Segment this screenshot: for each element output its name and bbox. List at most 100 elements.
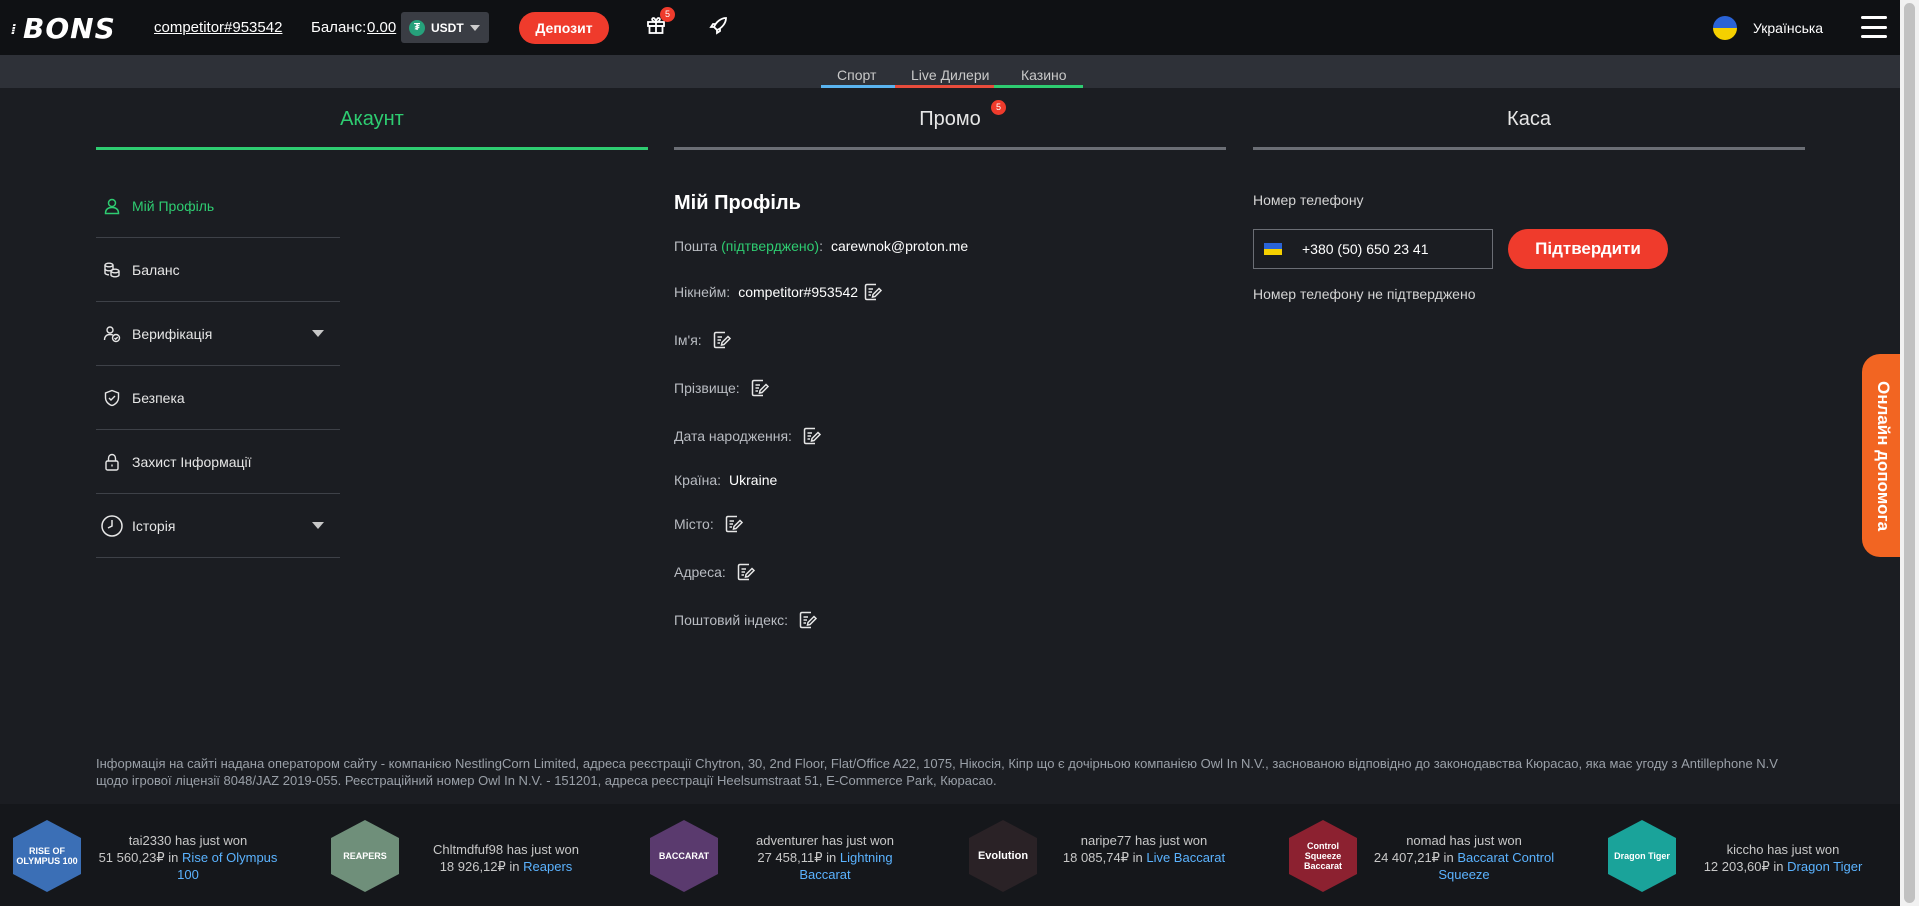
country-value: Ukraine	[729, 472, 778, 488]
winner-user: tai2330 has just won	[128, 833, 248, 848]
city-row: Місто:	[674, 514, 744, 534]
rocket-icon[interactable]	[709, 15, 729, 35]
email-colon: :	[819, 238, 823, 254]
sidebar-item-security[interactable]: Безпека	[96, 366, 340, 430]
sidebar-item-balance[interactable]: Баланс	[96, 238, 340, 302]
winner-amount: 18 085,74₽ in	[1062, 850, 1143, 865]
subnav-live-underline	[895, 85, 994, 88]
city-label: Місто:	[674, 516, 714, 532]
balance-label: Баланс:	[311, 19, 367, 36]
game-thumbnail[interactable]: BACCARAT	[650, 820, 718, 892]
shield-icon	[104, 389, 120, 406]
winner-amount: 18 926,12₽ in	[439, 859, 520, 874]
winner-game-link[interactable]: Reapers	[523, 859, 572, 874]
subnav-casino-underline	[994, 85, 1083, 88]
last-name-label: Прізвище:	[674, 380, 740, 396]
edit-icon[interactable]	[750, 378, 770, 398]
username-link[interactable]: competitor#953542	[154, 19, 282, 36]
address-row: Адреса:	[674, 562, 756, 582]
winner-game-link[interactable]: Dragon Tiger	[1787, 859, 1862, 874]
phone-status: Номер телефону не підтверджено	[1253, 286, 1476, 302]
phone-value: +380 (50) 650 23 41	[1302, 241, 1429, 257]
sidebar-item-label: Безпека	[132, 389, 185, 406]
last-name-row: Прізвище:	[674, 378, 770, 398]
currency-select[interactable]: ₮ USDT	[401, 12, 489, 43]
winners-strip: RISE OF OLYMPUS 100 tai2330 has just won…	[0, 804, 1900, 906]
menu-icon[interactable]	[1861, 16, 1887, 38]
tab-cashier[interactable]: Каса	[1253, 108, 1805, 131]
first-name-row: Ім'я:	[674, 330, 732, 350]
birthdate-label: Дата народження:	[674, 428, 792, 444]
subnav-live-dealers[interactable]: Live Дилери	[911, 67, 989, 83]
edit-icon[interactable]	[798, 610, 818, 630]
game-thumbnail[interactable]: Dragon Tiger	[1608, 820, 1676, 892]
online-help-label: Онлайн допомога	[1874, 380, 1893, 531]
currency-label: USDT	[431, 20, 464, 35]
tab-cashier-underline	[1253, 147, 1805, 150]
postcode-row: Поштовий індекс:	[674, 610, 818, 630]
email-status: (підтверджено)	[721, 238, 820, 254]
chevron-down-icon	[469, 24, 480, 31]
winner-game-link[interactable]: Live Baccarat	[1146, 850, 1225, 865]
chevron-down-icon[interactable]	[312, 330, 324, 337]
game-thumbnail[interactable]: REAPERS	[331, 820, 399, 892]
email-value: carewnok@proton.me	[830, 238, 969, 254]
sidebar-item-label: Баланс	[132, 261, 180, 278]
top-bar: ⁞ BONS competitor#953542 Баланс: 0.00 ₮ U…	[0, 0, 1900, 55]
balance-value[interactable]: 0.00	[367, 19, 396, 36]
winner-user: Chltmdfuf98 has just won	[433, 842, 579, 857]
winner-user: nomad has just won	[1406, 833, 1522, 848]
gift-badge: 5	[660, 7, 675, 22]
language-select[interactable]: Українська	[1753, 20, 1823, 36]
sidebar-item-verification[interactable]: Верифікація	[96, 302, 340, 366]
game-thumbnail[interactable]: Control Squeeze Baccarat	[1289, 820, 1357, 892]
edit-icon[interactable]	[712, 330, 732, 350]
phone-label: Номер телефону	[1253, 192, 1364, 208]
country-row: Країна: Ukraine	[674, 472, 777, 488]
confirm-phone-button[interactable]: Підтвердити	[1508, 229, 1668, 269]
winner-user: kiccho has just won	[1726, 842, 1840, 857]
phone-input[interactable]: +380 (50) 650 23 41	[1253, 229, 1493, 269]
winner-user: adventurer has just won	[755, 833, 895, 848]
winner-amount: 12 203,60₽ in	[1703, 859, 1784, 874]
tab-promo-underline	[674, 147, 1226, 150]
logo[interactable]: ⁞ BONS	[11, 12, 116, 45]
legal-info: Інформація на сайті надана оператором са…	[96, 756, 1778, 788]
scrollbar-thumb[interactable]	[1904, 3, 1915, 903]
nickname-label: Нікнейм:	[674, 284, 731, 300]
nickname-row: Нікнейм: competitor#953542	[674, 282, 883, 302]
sidebar-item-label: Мій Профіль	[132, 197, 215, 214]
email-label: Пошта	[674, 238, 718, 254]
edit-icon[interactable]	[724, 514, 744, 534]
promo-badge: 5	[991, 100, 1006, 115]
chevron-down-icon[interactable]	[312, 522, 324, 529]
subnav-sport[interactable]: Спорт	[837, 67, 876, 83]
ukraine-flag-icon[interactable]	[1713, 16, 1737, 40]
sidebar-item-profile[interactable]: Мій Профіль	[96, 174, 340, 238]
tab-account[interactable]: Акаунт	[96, 108, 648, 131]
game-thumbnail[interactable]: Evolution	[969, 820, 1037, 892]
nickname-value: competitor#953542	[738, 284, 859, 300]
postcode-label: Поштовий індекс:	[674, 612, 789, 628]
game-thumbnail[interactable]: RISE OF OLYMPUS 100	[13, 820, 81, 892]
edit-icon[interactable]	[863, 282, 883, 302]
user-check-icon	[103, 325, 121, 342]
birthdate-row: Дата народження:	[674, 426, 822, 446]
winner-amount: 24 407,21₽ in	[1373, 850, 1454, 865]
edit-icon[interactable]	[736, 562, 756, 582]
tab-account-underline	[96, 147, 648, 150]
sidebar-item-history[interactable]: Історія	[96, 494, 340, 558]
sidebar-item-label: Історія	[132, 517, 176, 534]
tab-promo[interactable]: Промо	[674, 108, 1226, 131]
clock-icon	[101, 514, 123, 537]
winner-game-link[interactable]: Rise of Olympus 100	[177, 850, 277, 882]
online-help-button[interactable]: Онлайн допомога	[1862, 354, 1904, 557]
ukraine-flag-icon[interactable]	[1264, 243, 1282, 255]
subnav-casino[interactable]: Казино	[1021, 67, 1067, 83]
page-scrollbar[interactable]	[1900, 0, 1919, 906]
deposit-button[interactable]: Депозит	[519, 12, 609, 44]
sidebar-item-data-protection[interactable]: Захист Інформації	[96, 430, 340, 494]
edit-icon[interactable]	[802, 426, 822, 446]
winner-game-link[interactable]: Baccarat Control Squeeze	[1438, 850, 1554, 882]
first-name-label: Ім'я:	[674, 332, 702, 348]
